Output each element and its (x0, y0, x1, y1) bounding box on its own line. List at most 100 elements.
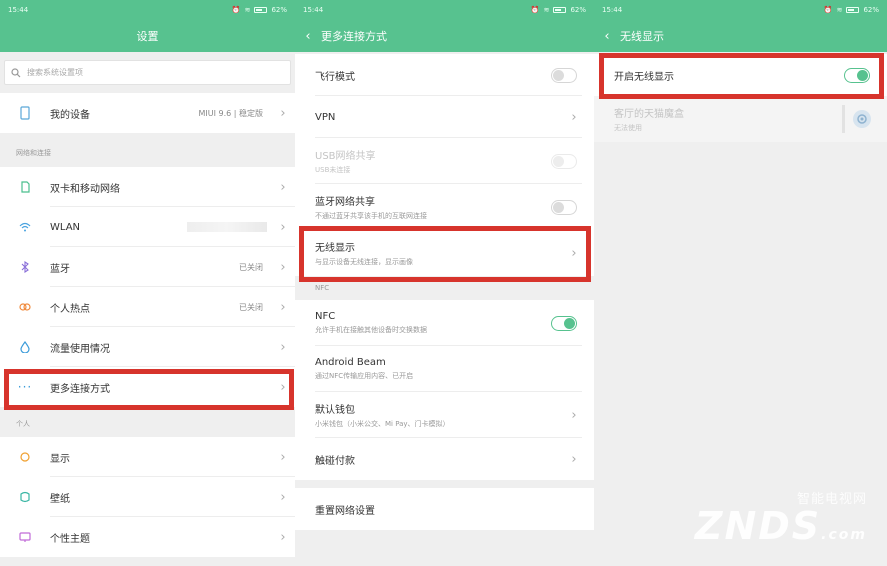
back-arrow-icon[interactable]: ‹ (594, 29, 620, 44)
row-title: 重置网络设置 (315, 505, 375, 517)
alarm-icon: ⏰ (530, 6, 540, 14)
section-personal: 个人 (16, 420, 30, 428)
app-bar: 设置 (0, 20, 295, 52)
wifi-icon: ≋ (543, 6, 550, 14)
chevron-right-icon: › (280, 259, 286, 275)
more-icon: ··· (17, 380, 33, 394)
device-status: 无法使用 (614, 124, 642, 132)
row-subtitle: 通过NFC传输应用内容、已开启 (315, 372, 414, 380)
battery-icon (553, 7, 567, 13)
sidebar-item-wallpaper[interactable]: 壁纸 › (0, 477, 295, 517)
row-subtitle: 不通过蓝牙共享该手机的互联网连接 (315, 212, 427, 220)
chevron-right-icon: › (571, 109, 577, 125)
reset-network-row[interactable]: 重置网络设置 (295, 488, 594, 530)
usb-tethering-row[interactable]: USB网络共享 USB未连接 (295, 138, 594, 184)
sidebar-item-display[interactable]: 显示 › (0, 437, 295, 477)
page-title: 设置 (136, 30, 159, 43)
row-text: 开启无线显示 (614, 68, 844, 83)
bluetooth-tethering-row[interactable]: 蓝牙网络共享 不通过蓝牙共享该手机的互联网连接 (295, 184, 594, 230)
device-name: 客厅的天猫魔盒 (614, 109, 684, 120)
nfc-group: NFC 允许手机在接触其他设备时交换数据 Android Beam 通过NFC传… (295, 300, 594, 480)
chevron-right-icon: › (280, 105, 286, 121)
status-bar: 15:44 ⏰ ≋ 62% (295, 0, 594, 20)
row-title: NFC (315, 311, 336, 322)
vpn-row[interactable]: VPN › (295, 96, 594, 138)
enable-wireless-display-row[interactable]: 开启无线显示 (594, 54, 887, 96)
watermark-logo: ZNDS.com (695, 507, 867, 554)
nfc-toggle[interactable] (551, 315, 577, 331)
sidebar-item-wlan[interactable]: WLAN › (0, 207, 295, 247)
chevron-right-icon: › (571, 245, 577, 261)
back-arrow-icon[interactable]: ‹ (295, 29, 321, 44)
status-icons: ⏰ ≋ 62% (531, 6, 586, 14)
sidebar-item-sim[interactable]: 双卡和移动网络 › (0, 167, 295, 207)
row-text: Android Beam 通过NFC传输应用内容、已开启 (315, 357, 594, 381)
chevron-right-icon: › (280, 379, 286, 395)
row-text: USB网络共享 USB未连接 (315, 147, 551, 175)
my-device-value: MIUI 9.6 | 稳定版 (198, 108, 263, 118)
search-input[interactable]: 搜索系统设置项 (4, 60, 291, 85)
airplane-mode-row[interactable]: 飞行模式 (295, 54, 594, 96)
row-label: WLAN (50, 221, 81, 233)
wifi-icon: ≋ (836, 6, 843, 14)
watermark-logo-text: ZNDS (694, 504, 822, 548)
search-placeholder: 搜索系统设置项 (27, 68, 83, 77)
bluetooth-tethering-toggle[interactable] (551, 199, 577, 215)
phone-icon (0, 106, 50, 120)
sidebar-item-hotspot[interactable]: 个人热点 已关闭 › (0, 287, 295, 327)
chevron-right-icon: › (280, 449, 286, 465)
airplane-mode-toggle[interactable] (551, 67, 577, 83)
row-title: 飞行模式 (315, 71, 355, 83)
sun-icon (0, 451, 50, 463)
wireless-display-row[interactable]: 无线显示 与显示设备无线连接，显示画像 › (295, 230, 594, 276)
my-device-label: 我的设备 (50, 109, 90, 121)
nfc-row[interactable]: NFC 允许手机在接触其他设备时交换数据 (295, 300, 594, 346)
row-label: 个性主题 (50, 533, 90, 545)
default-wallet-row[interactable]: 默认钱包 小米钱包（小米公交、Mi Pay、门卡模拟） › (295, 392, 594, 438)
row-title: VPN (315, 111, 336, 123)
battery-icon (254, 7, 268, 13)
row-label: 流量使用情况 (50, 343, 110, 355)
settings-screen: 15:44 ⏰ ≋ 62% 设置 搜索系统设置项 我的设备 MIUI 9.6 |… (0, 0, 295, 566)
row-subtitle: USB未连接 (315, 166, 351, 174)
screens-container: 15:44 ⏰ ≋ 62% 设置 搜索系统设置项 我的设备 MIUI 9.6 |… (0, 0, 887, 566)
row-title: Android Beam (315, 357, 386, 368)
status-icons: ⏰ ≋ 62% (824, 6, 879, 14)
wallpaper-icon (0, 491, 50, 503)
more-connections-screen: 15:44 ⏰ ≋ 62% ‹ 更多连接方式 飞行模式 VPN › USB网络共… (295, 0, 594, 566)
row-text: 无线显示 与显示设备无线连接，显示画像 (315, 239, 554, 267)
sidebar-item-themes[interactable]: 个性主题 › (0, 517, 295, 557)
row-value: 已关闭 (239, 262, 263, 272)
row-label: 更多连接方式 (50, 383, 110, 395)
status-time: 15:44 (8, 6, 29, 14)
row-text: 默认钱包 小米钱包（小米公交、Mi Pay、门卡模拟） (315, 401, 554, 429)
watermark: 智能电视网 ZNDS.com (695, 488, 867, 554)
usb-tethering-toggle[interactable] (551, 153, 577, 169)
row-title: 默认钱包 (315, 405, 355, 416)
sim-icon (0, 181, 50, 193)
android-beam-row[interactable]: Android Beam 通过NFC传输应用内容、已开启 (295, 346, 594, 392)
row-text: 飞行模式 (315, 68, 551, 83)
sidebar-item-data-usage[interactable]: 流量使用情况 › (0, 327, 295, 367)
device-row[interactable]: 客厅的天猫魔盒 无法使用 (594, 96, 887, 142)
my-device-row[interactable]: 我的设备 MIUI 9.6 | 稳定版 › (0, 93, 295, 133)
status-time: 15:44 (303, 6, 324, 14)
page-title: 无线显示 (620, 30, 664, 43)
alarm-icon: ⏰ (231, 6, 241, 14)
wifi-icon: ≋ (244, 6, 251, 14)
row-title: USB网络共享 (315, 151, 376, 162)
tap-to-pay-row[interactable]: 触碰付款 › (295, 438, 594, 480)
alarm-icon: ⏰ (823, 6, 833, 14)
row-title: 蓝牙网络共享 (315, 197, 375, 208)
gear-icon[interactable] (853, 110, 871, 128)
wireless-display-toggle[interactable] (844, 67, 870, 83)
status-time: 15:44 (602, 6, 623, 14)
watermark-suffix: .com (821, 527, 867, 543)
row-text: 客厅的天猫魔盒 无法使用 (614, 105, 842, 133)
row-label: 双卡和移动网络 (50, 183, 120, 195)
battery-text: 62% (570, 6, 586, 14)
bluetooth-icon (0, 261, 50, 273)
row-label: 显示 (50, 453, 70, 465)
sidebar-item-more-connections[interactable]: ··· 更多连接方式 › (0, 367, 295, 407)
sidebar-item-bluetooth[interactable]: 蓝牙 已关闭 › (0, 247, 295, 287)
